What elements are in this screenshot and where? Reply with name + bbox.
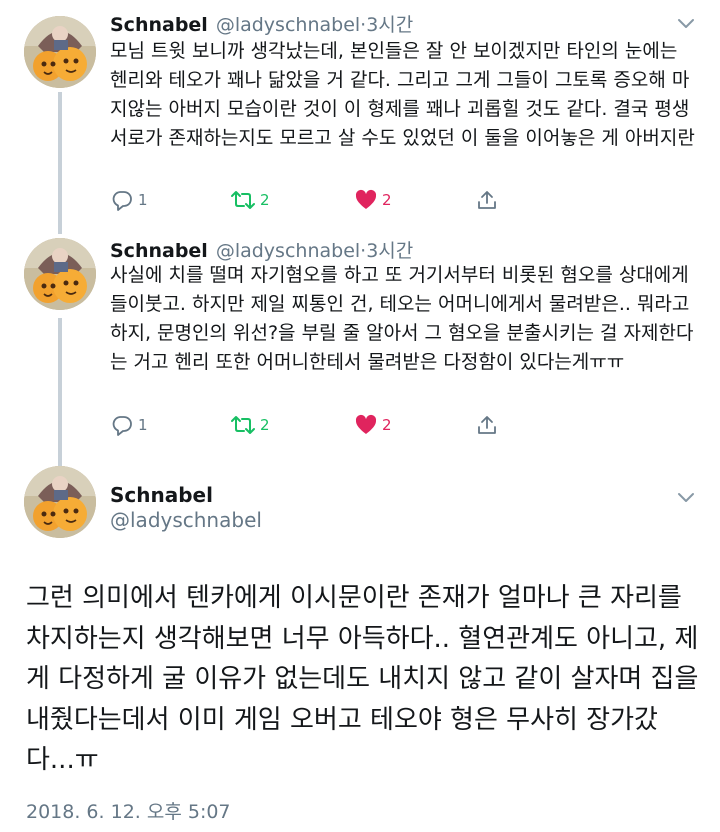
reply-count: 1 xyxy=(138,191,148,209)
like-button[interactable]: 2 xyxy=(354,414,392,436)
retweet-button[interactable]: 2 xyxy=(230,189,270,211)
tweet-time[interactable]: ·3시간 xyxy=(360,236,413,263)
reply-count: 1 xyxy=(138,416,148,434)
reply-button[interactable]: 1 xyxy=(110,189,148,211)
author-name[interactable]: Schnabel xyxy=(110,14,208,36)
heart-icon xyxy=(355,189,377,209)
tweet-actions: 1 2 2 xyxy=(110,189,510,215)
tweet-header: Schnabel @ladyschnabel ·3시간 xyxy=(110,10,413,37)
reply-button[interactable]: 1 xyxy=(110,414,148,436)
tweet-header: Schnabel @ladyschnabel ·3시간 xyxy=(110,236,413,263)
retweet-icon xyxy=(231,416,255,434)
heart-icon xyxy=(355,414,377,434)
tweet-actions: 1 2 2 xyxy=(110,414,510,440)
author-name[interactable]: Schnabel xyxy=(110,483,213,507)
tweet-timestamp[interactable]: 2018. 6. 12. 오후 5:07 xyxy=(26,797,231,824)
author-name[interactable]: Schnabel xyxy=(110,240,208,262)
tweet-time[interactable]: ·3시간 xyxy=(360,10,413,37)
chevron-down-icon[interactable] xyxy=(676,16,696,30)
share-button[interactable] xyxy=(476,414,498,436)
like-count: 2 xyxy=(382,191,392,209)
avatar[interactable] xyxy=(24,16,96,88)
thread-tweet-2[interactable]: Schnabel @ladyschnabel ·3시간 사실에 치를 떨며 자기… xyxy=(0,226,720,452)
like-count: 2 xyxy=(382,416,392,434)
retweet-icon xyxy=(231,191,255,209)
chevron-down-icon[interactable] xyxy=(676,490,696,504)
avatar[interactable] xyxy=(24,466,96,538)
retweet-button[interactable]: 2 xyxy=(230,414,270,436)
thread-tweet-1[interactable]: Schnabel @ladyschnabel ·3시간 모님 트윗 보니까 생각… xyxy=(0,0,720,226)
reply-icon xyxy=(112,191,132,211)
share-button[interactable] xyxy=(476,189,498,211)
reply-icon xyxy=(112,416,132,436)
like-button[interactable]: 2 xyxy=(354,189,392,211)
retweet-count: 2 xyxy=(260,416,270,434)
retweet-count: 2 xyxy=(260,191,270,209)
share-icon xyxy=(478,191,496,209)
author-handle[interactable]: @ladyschnabel xyxy=(216,240,360,262)
share-icon xyxy=(478,416,496,434)
tweet-text: 모님 트윗 보니까 생각났는데, 본인들은 잘 안 보이겠지만 타인의 눈에는 … xyxy=(110,40,695,149)
tweet-text: 사실에 치를 떨며 자기혐오를 하고 또 거기서부터 비롯된 혐오를 상대에게 … xyxy=(110,264,694,373)
focal-tweet-text: 그런 의미에서 텐카에게 이시문이란 존재가 얼마나 큰 자리를 차지하는지 생… xyxy=(26,583,699,775)
author-handle[interactable]: @ladyschnabel xyxy=(110,508,262,532)
avatar[interactable] xyxy=(24,238,96,310)
author-handle[interactable]: @ladyschnabel xyxy=(216,14,360,36)
